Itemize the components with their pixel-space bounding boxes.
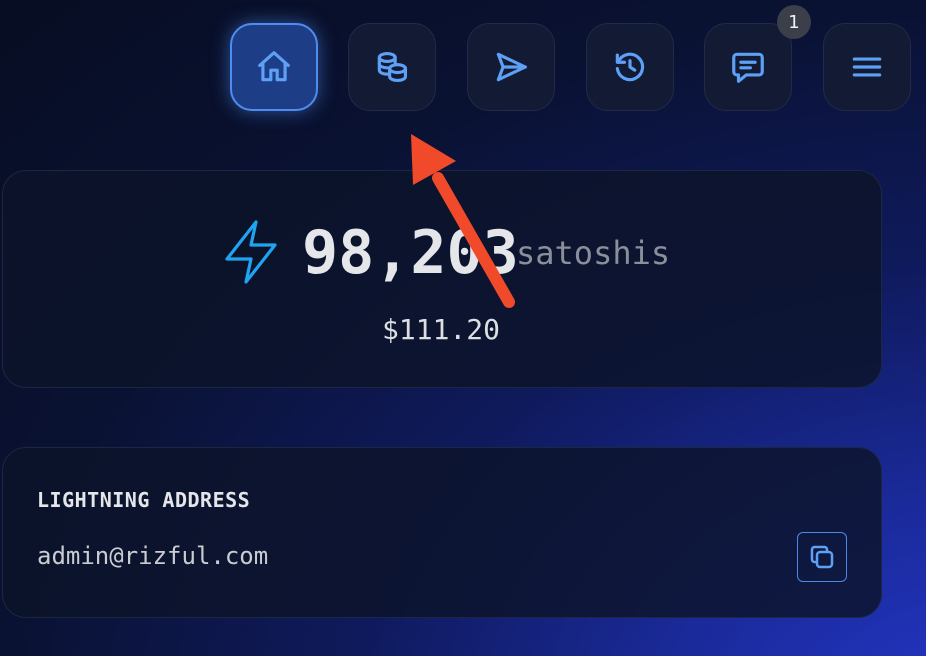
lightning-bolt-icon: [222, 219, 280, 285]
copy-icon: [810, 545, 834, 569]
balance-unit: satoshis: [516, 234, 671, 272]
nav-messages-button[interactable]: [704, 23, 792, 111]
nav-menu-button[interactable]: [823, 23, 911, 111]
lightning-address-label: LIGHTNING ADDRESS: [37, 488, 251, 512]
home-icon: [258, 51, 290, 82]
fiat-balance: $111.20: [382, 313, 501, 346]
history-icon: [615, 52, 645, 82]
nav-send-button[interactable]: [467, 23, 555, 111]
balance-amount: 98,203: [302, 218, 519, 288]
menu-icon: [852, 57, 882, 77]
send-icon: [496, 52, 527, 82]
message-icon: [732, 52, 764, 83]
nav-coins-button[interactable]: [348, 23, 436, 111]
nav-home-button[interactable]: [230, 23, 318, 111]
lightning-address-value: admin@rizful.com: [37, 542, 269, 570]
copy-address-button[interactable]: [797, 532, 847, 582]
lightning-address-card: [2, 447, 882, 618]
coins-icon: [377, 51, 408, 83]
notification-badge: 1: [777, 5, 811, 39]
nav-history-button[interactable]: [586, 23, 674, 111]
